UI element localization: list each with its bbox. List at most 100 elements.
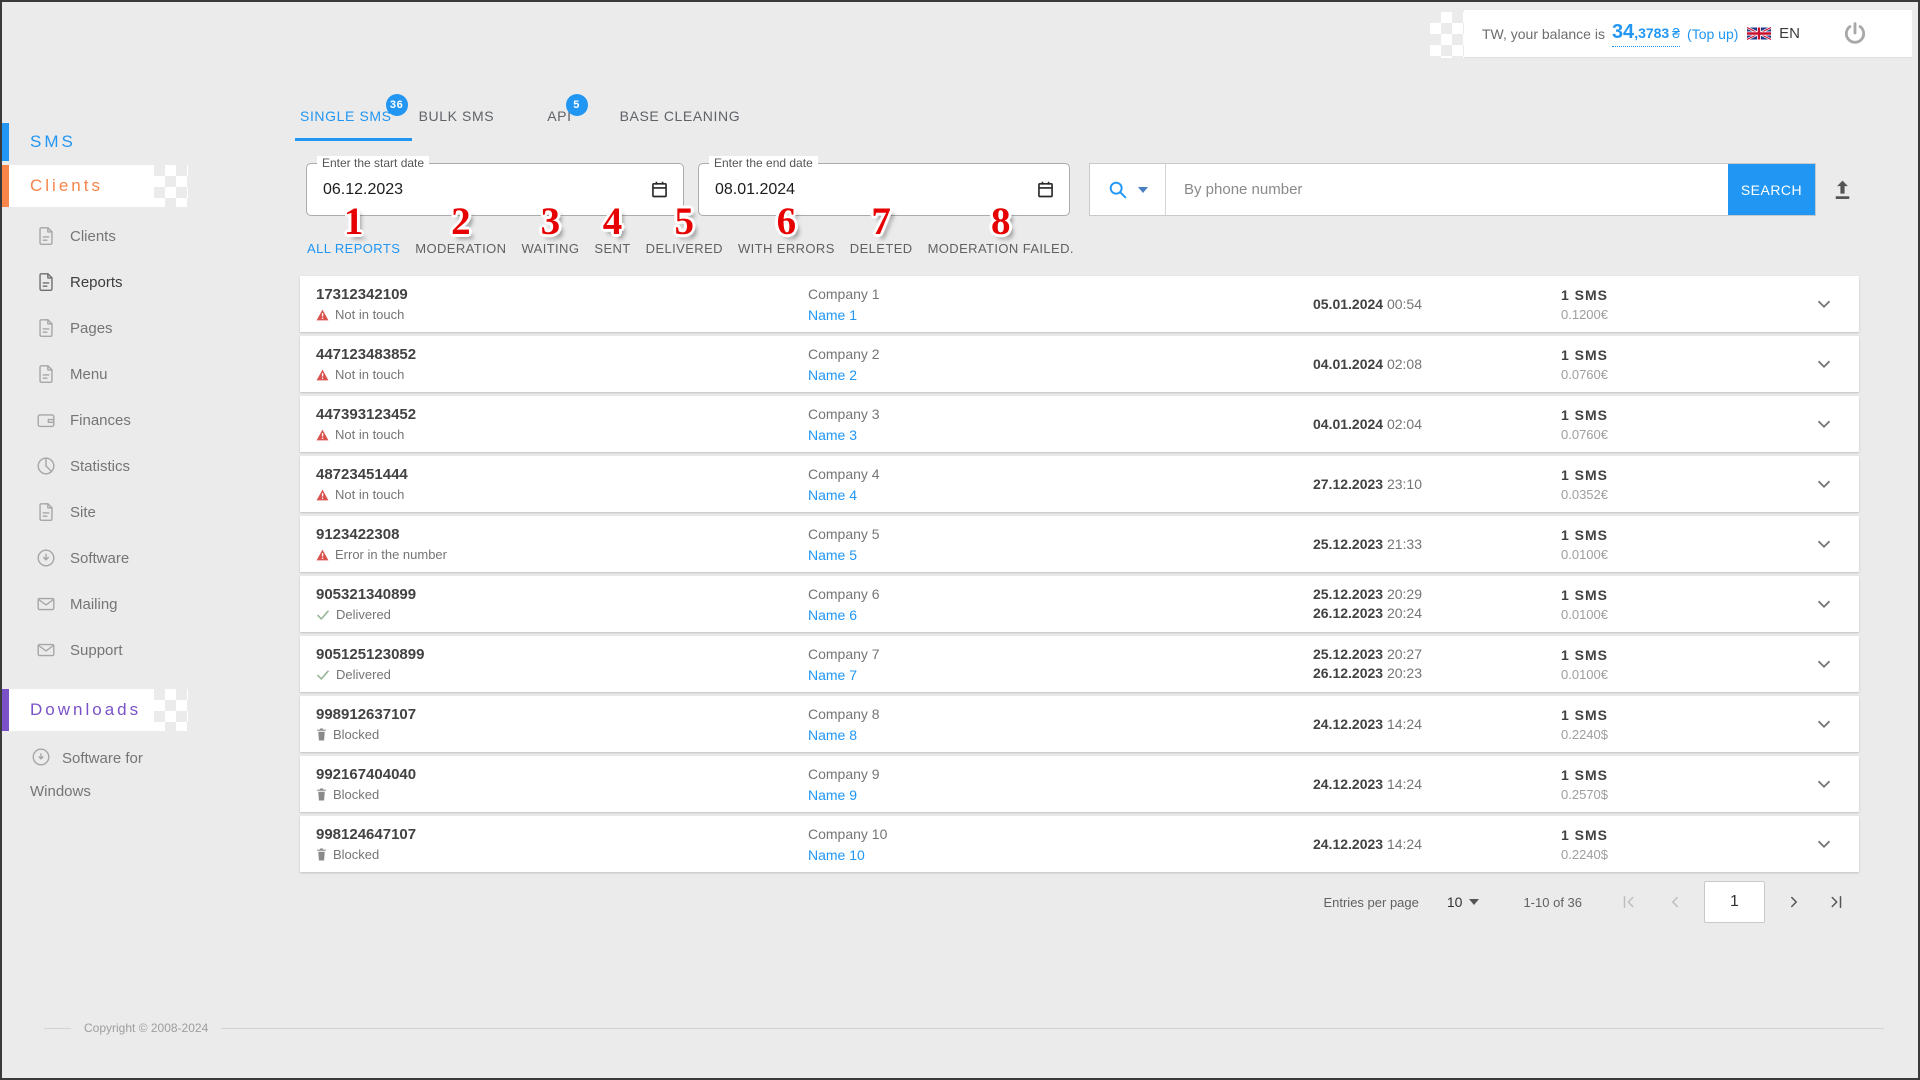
sender-name-link[interactable]: Name 7 xyxy=(808,667,857,683)
copyright-text: Copyright © 2008-2024 xyxy=(84,1021,209,1035)
table-row[interactable]: 992167404040 Blocked Company 9 Name 9 24… xyxy=(300,756,1859,812)
sender-name-link[interactable]: Name 4 xyxy=(808,487,857,503)
filter-sent[interactable]: SENT xyxy=(594,241,630,256)
sidebar-item-software[interactable]: Software xyxy=(2,535,300,581)
sidebar-item-site[interactable]: Site xyxy=(2,489,300,535)
chevron-down-icon xyxy=(1817,540,1831,549)
sender-name-link[interactable]: Name 3 xyxy=(808,427,857,443)
sms-count: 1 SMS xyxy=(1561,706,1609,723)
sms-price: 0.0760€ xyxy=(1561,366,1608,382)
table-row[interactable]: 447123483852 Not in touch Company 2 Name… xyxy=(300,336,1859,392)
table-row[interactable]: 9123422308 Error in the number Company 5… xyxy=(300,516,1859,572)
sender-name-link[interactable]: Name 5 xyxy=(808,547,857,563)
status-text: Delivered xyxy=(316,667,808,682)
first-page-button[interactable] xyxy=(1620,893,1638,911)
expand-row-button[interactable] xyxy=(1813,653,1835,675)
export-upload-button[interactable] xyxy=(1830,177,1855,202)
end-date-input[interactable] xyxy=(715,180,1035,199)
sidebar-item-label: Reports xyxy=(70,273,123,291)
download-icon xyxy=(37,549,55,567)
next-page-button[interactable] xyxy=(1785,893,1803,911)
sidebar-item-support[interactable]: Support xyxy=(2,627,300,673)
sms-count: 1 SMS xyxy=(1561,286,1609,303)
filter-waiting[interactable]: WAITING xyxy=(521,241,579,256)
search-button[interactable]: SEARCH xyxy=(1728,164,1815,215)
search-type-selector[interactable] xyxy=(1090,164,1166,215)
date-cell: 27.12.2023 23:10 xyxy=(1312,475,1422,492)
calendar-icon[interactable] xyxy=(649,179,670,200)
tab-api[interactable]: API 5 xyxy=(547,94,588,141)
expand-row-button[interactable] xyxy=(1813,773,1835,795)
annotation-marker-6: 6 xyxy=(776,200,797,243)
sidebar-section-downloads[interactable]: Downloads xyxy=(2,689,188,731)
sidebar-section-clients[interactable]: Clients xyxy=(2,165,188,207)
expand-row-button[interactable] xyxy=(1813,833,1835,855)
sidebar-item-clients[interactable]: Clients xyxy=(2,213,300,259)
sender-name-link[interactable]: Name 10 xyxy=(808,847,865,863)
upload-icon xyxy=(1835,180,1850,199)
table-row[interactable]: 998124647107 Blocked Company 10 Name 10 … xyxy=(300,816,1859,872)
table-row[interactable]: 17312342109 Not in touch Company 1 Name … xyxy=(300,276,1859,332)
chevron-down-icon xyxy=(1817,420,1831,429)
filter-delivered[interactable]: DELIVERED xyxy=(646,241,723,256)
sender-name-link[interactable]: Name 6 xyxy=(808,607,857,623)
page-number-input[interactable] xyxy=(1704,881,1765,923)
entries-per-page-select[interactable]: 10 xyxy=(1447,894,1480,910)
warning-icon xyxy=(316,309,329,320)
chevron-down-icon xyxy=(1469,899,1480,905)
expand-row-button[interactable] xyxy=(1813,353,1835,375)
sender-name-link[interactable]: Name 9 xyxy=(808,787,857,803)
status-text: Not in touch xyxy=(316,367,808,382)
sender-name-link[interactable]: Name 2 xyxy=(808,367,857,383)
filter-all-reports[interactable]: ALL REPORTS xyxy=(307,241,400,256)
expand-row-button[interactable] xyxy=(1813,533,1835,555)
table-row[interactable]: 447393123452 Not in touch Company 3 Name… xyxy=(300,396,1859,452)
expand-row-button[interactable] xyxy=(1813,593,1835,615)
envelope-icon xyxy=(37,643,55,657)
tab-bulk-sms[interactable]: BULK SMS xyxy=(419,108,495,141)
table-row[interactable]: 9051251230899 Delivered Company 7 Name 7… xyxy=(300,636,1859,692)
tab-label: BULK SMS xyxy=(418,108,495,124)
sms-count: 1 SMS xyxy=(1561,466,1609,483)
tab-single-sms[interactable]: SINGLE SMS 36 xyxy=(295,94,412,141)
sidebar-item-mailing[interactable]: Mailing xyxy=(2,581,300,627)
expand-row-button[interactable] xyxy=(1813,473,1835,495)
annotation-marker-8: 8 xyxy=(991,200,1011,243)
search-input[interactable] xyxy=(1166,181,1728,198)
sidebar-item-label: Statistics xyxy=(70,457,131,475)
sidebar-item-reports[interactable]: Reports xyxy=(2,259,300,305)
tab-base-cleaning[interactable]: BASE CLEANING xyxy=(620,108,741,141)
sender-name-link[interactable]: Name 8 xyxy=(808,727,857,743)
table-row[interactable]: 998912637107 Blocked Company 8 Name 8 24… xyxy=(300,696,1859,752)
start-date-input[interactable] xyxy=(323,180,649,199)
expand-row-button[interactable] xyxy=(1813,413,1835,435)
sidebar-item-software-for-windows[interactable]: Software for Windows xyxy=(30,742,190,808)
table-row[interactable]: 905321340899 Delivered Company 6 Name 6 … xyxy=(300,576,1859,632)
sender-name-link[interactable]: Name 1 xyxy=(808,307,857,323)
filter-moderation-failed[interactable]: MODERATION FAILED. xyxy=(928,241,1074,256)
sidebar-item-finances[interactable]: Finances xyxy=(2,397,300,443)
sidebar-item-menu[interactable]: Menu xyxy=(2,351,300,397)
filter-deleted[interactable]: DELETED xyxy=(850,241,913,256)
filter-with-errors[interactable]: WITH ERRORS xyxy=(738,241,835,256)
calendar-icon[interactable] xyxy=(1035,179,1056,200)
last-page-button[interactable] xyxy=(1827,893,1845,911)
table-row[interactable]: 48723451444 Not in touch Company 4 Name … xyxy=(300,456,1859,512)
pie-chart-icon xyxy=(37,457,55,475)
status-text: Not in touch xyxy=(316,427,808,442)
status-text: Blocked xyxy=(316,847,808,862)
previous-page-button[interactable] xyxy=(1666,893,1684,911)
sidebar-item-statistics[interactable]: Statistics xyxy=(2,443,300,489)
expand-row-button[interactable] xyxy=(1813,293,1835,315)
footer-divider xyxy=(221,1027,1884,1029)
expand-row-button[interactable] xyxy=(1813,713,1835,735)
filter-moderation[interactable]: MODERATION xyxy=(415,241,506,256)
company-name: Company 3 xyxy=(808,405,880,422)
sidebar-section-sms[interactable]: SMS xyxy=(2,123,154,161)
sidebar-item-pages[interactable]: Pages xyxy=(2,305,300,351)
document-icon xyxy=(39,319,53,337)
annotation-marker-3: 3 xyxy=(540,200,561,243)
blocked-trash-icon xyxy=(317,848,326,861)
tab-badge: 36 xyxy=(385,94,408,116)
sms-price: 0.0760€ xyxy=(1561,426,1608,442)
